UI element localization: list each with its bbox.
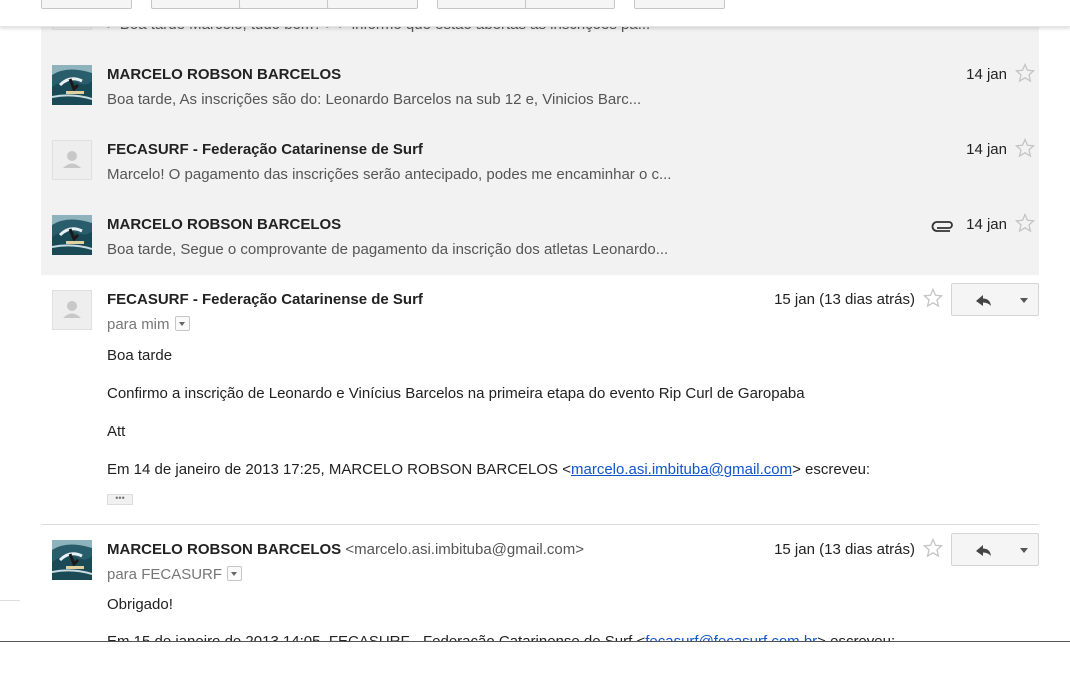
show-trimmed-content-button[interactable]: ••• [107,494,133,505]
collapsed-message[interactable]: MARCELO ROBSON BARCELOS Boa tarde, As in… [41,50,1039,126]
surf-photo-icon [52,65,92,105]
collapsed-message[interactable]: FECASURF - Federação Catarinense de Surf… [41,125,1039,201]
toolbar-button[interactable] [151,0,241,9]
details-dropdown-icon[interactable] [174,316,190,331]
sender-name: MARCELO ROBSON BARCELOS <marcelo.asi.imb… [107,541,584,558]
quoted-header-suffix: > escreveu: [792,461,871,478]
message-body-signoff: Att [107,423,126,440]
star-icon[interactable] [1015,63,1035,83]
more-options-button[interactable] [1011,533,1039,566]
default-avatar-icon [63,151,81,168]
surf-photo-icon [52,540,92,580]
reply-button[interactable] [951,283,1012,316]
message-date: 15 jan (13 dias atrás) [774,541,915,558]
avatar [52,290,92,330]
toolbar-button[interactable] [525,0,615,9]
avatar [52,215,92,255]
avatar [52,65,92,105]
sender-name: MARCELO ROBSON BARCELOS [107,66,342,83]
quoted-header-suffix: > escreveu: [817,633,895,641]
toolbar [0,0,1070,27]
sender-email: <marcelo.asi.imbituba@gmail.com> [345,541,584,558]
message-date: 14 jan [966,66,1007,83]
email-link[interactable]: fecasurf@fecasurf.com.br [645,633,817,641]
recipient-text: para mim [107,316,170,333]
star-icon[interactable] [923,538,943,558]
conversation-thread: > Boa tarde Marcelo, tudo bem? > > infor… [41,0,1039,641]
star-icon[interactable] [1015,138,1035,158]
sender-name: MARCELO ROBSON BARCELOS [107,216,342,233]
message-snippet: Marcelo! O pagamento das inscrições serã… [107,166,672,183]
toolbar-button[interactable] [41,0,132,9]
recipient-line: para mim [107,316,190,333]
default-avatar-icon [63,301,81,318]
collapsed-message[interactable]: MARCELO ROBSON BARCELOS Boa tarde, Segue… [41,200,1039,276]
expanded-message: FECASURF - Federação Catarinense de Surf… [41,275,1039,525]
message-date: 14 jan [966,216,1007,233]
quoted-header: Em 15 de janeiro de 2013 14:05, FECASURF… [107,633,895,641]
sender-display-name: FECASURF - Federação Catarinense de Surf [107,291,423,308]
attachment-icon [931,221,953,232]
recipient-line: para FECASURF [107,566,243,583]
star-icon[interactable] [1015,213,1035,233]
expanded-message: MARCELO ROBSON BARCELOS <marcelo.asi.imb… [41,525,1039,641]
sender-name: FECASURF - Federação Catarinense de Surf [107,141,423,158]
quoted-header: Em 14 de janeiro de 2013 17:25, MARCELO … [107,461,870,478]
more-options-button[interactable] [1011,283,1039,316]
toolbar-button[interactable] [634,0,725,9]
star-icon[interactable] [923,288,943,308]
toolbar-button[interactable] [327,0,418,9]
surf-photo-icon [52,215,92,255]
toolbar-button[interactable] [239,0,329,9]
message-date: 14 jan [966,141,1007,158]
sender-name: FECASURF - Federação Catarinense de Surf [107,291,423,308]
divider [0,600,20,601]
avatar [52,140,92,180]
blank-area [0,642,1070,693]
avatar [52,540,92,580]
quoted-header-prefix: Em 14 de janeiro de 2013 17:25, MARCELO … [107,461,571,478]
message-date: 15 jan (13 dias atrás) [774,291,915,308]
details-dropdown-icon[interactable] [227,566,243,581]
reply-icon [976,545,991,556]
message-body-greeting: Boa tarde [107,347,173,364]
email-link[interactable]: marcelo.asi.imbituba@gmail.com [571,461,792,478]
toolbar-button[interactable] [437,0,527,9]
message-body-text: Confirmo a inscrição de Leonardo e Viníc… [107,385,805,402]
recipient-text: para FECASURF [107,566,223,583]
reply-icon [976,295,991,306]
reply-button[interactable] [951,533,1012,566]
message-snippet: Boa tarde, Segue o comprovante de pagame… [107,241,669,258]
message-body-text: Obrigado! [107,596,173,613]
sender-display-name: MARCELO ROBSON BARCELOS [107,541,342,558]
message-snippet: Boa tarde, As inscrições são do: Leonard… [107,91,642,108]
quoted-header-prefix: Em 15 de janeiro de 2013 14:05, FECASURF… [107,633,645,641]
